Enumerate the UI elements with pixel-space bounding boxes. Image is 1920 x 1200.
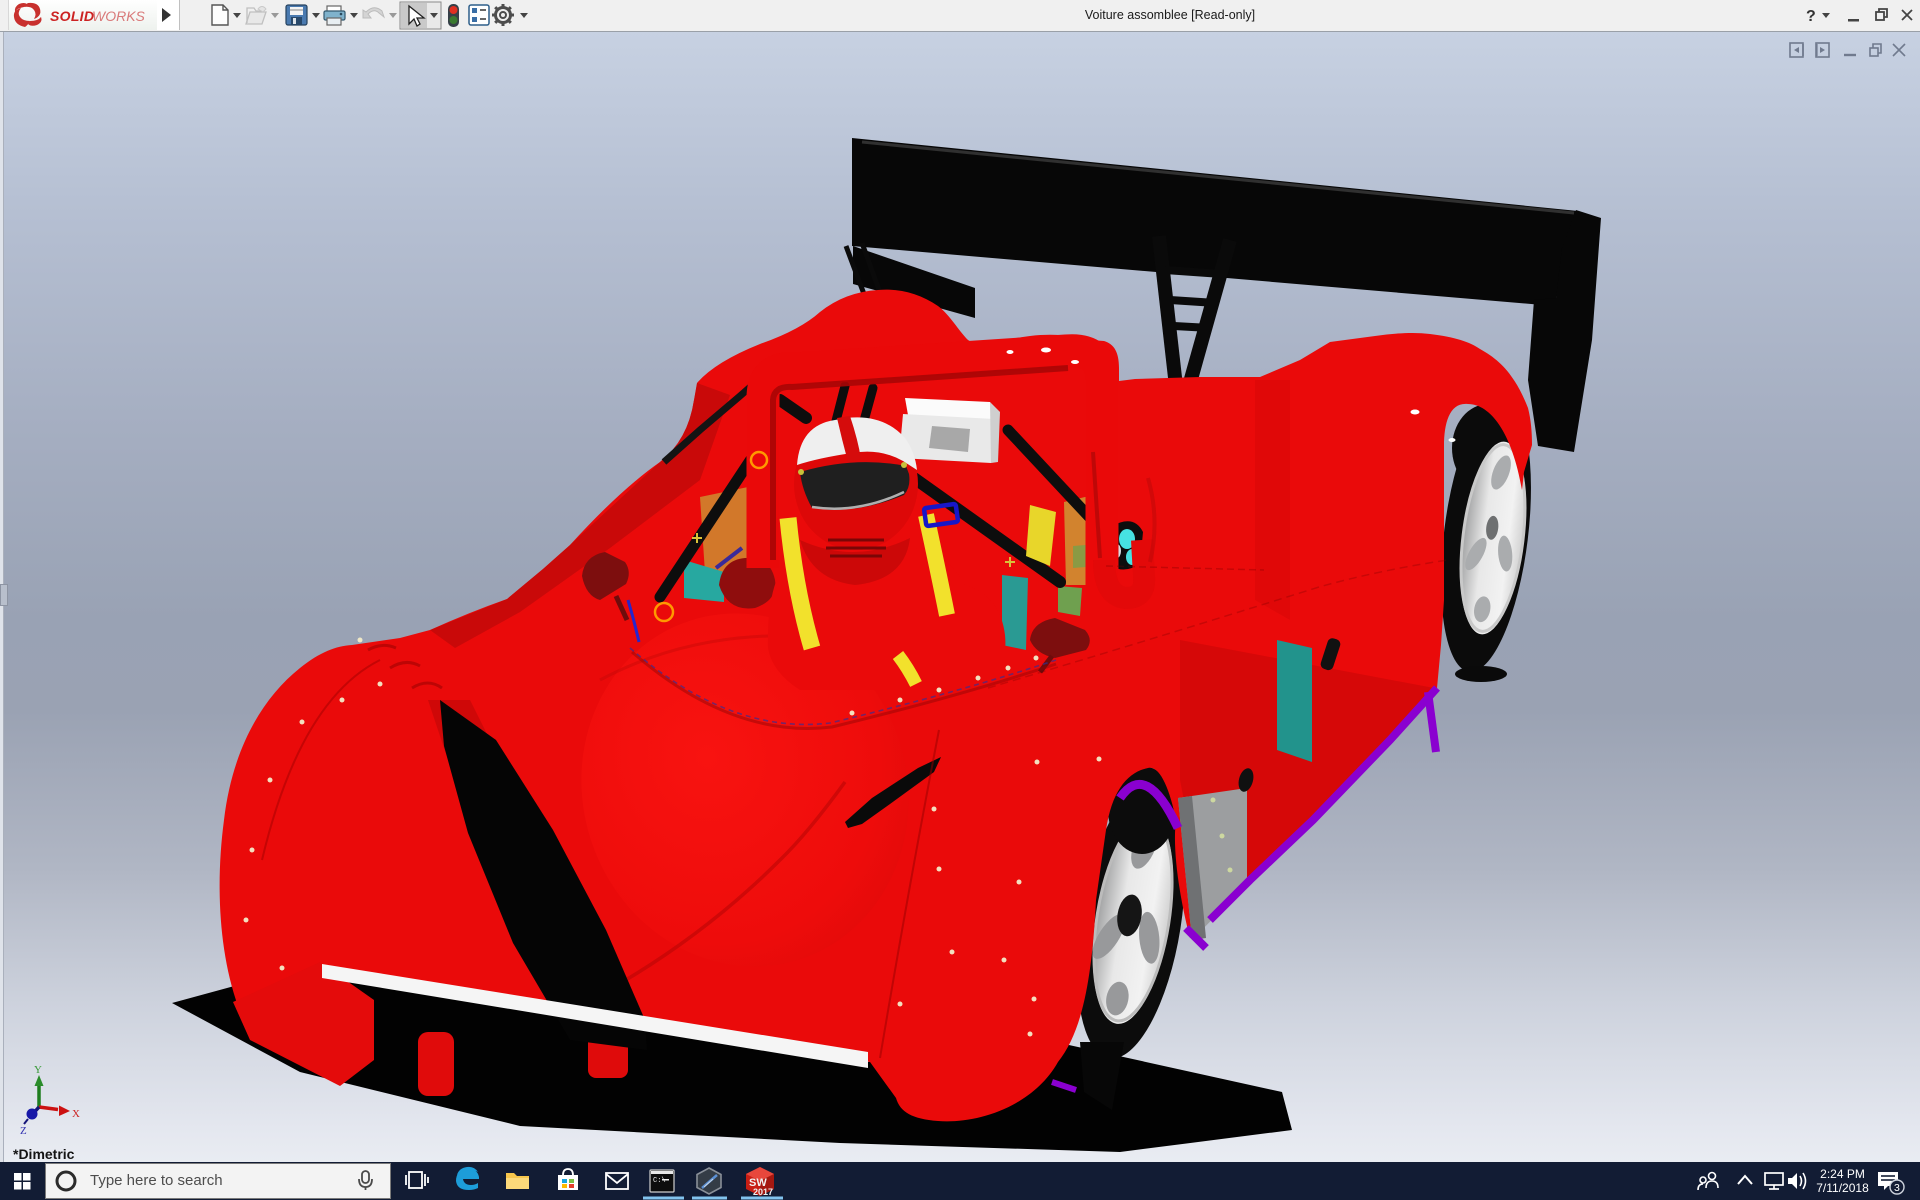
svg-text:SOLID: SOLID [50,8,94,24]
svg-text:?: ? [1806,8,1816,25]
svg-text:Y: Y [34,1064,42,1076]
svg-text:X: X [72,1108,80,1120]
svg-text:3: 3 [1894,1182,1900,1194]
svg-text:WORKS: WORKS [92,8,146,24]
svg-text:Z: Z [20,1125,27,1137]
svg-text:2017: 2017 [753,1187,773,1197]
svg-text:C:\: C:\ [653,1177,666,1185]
